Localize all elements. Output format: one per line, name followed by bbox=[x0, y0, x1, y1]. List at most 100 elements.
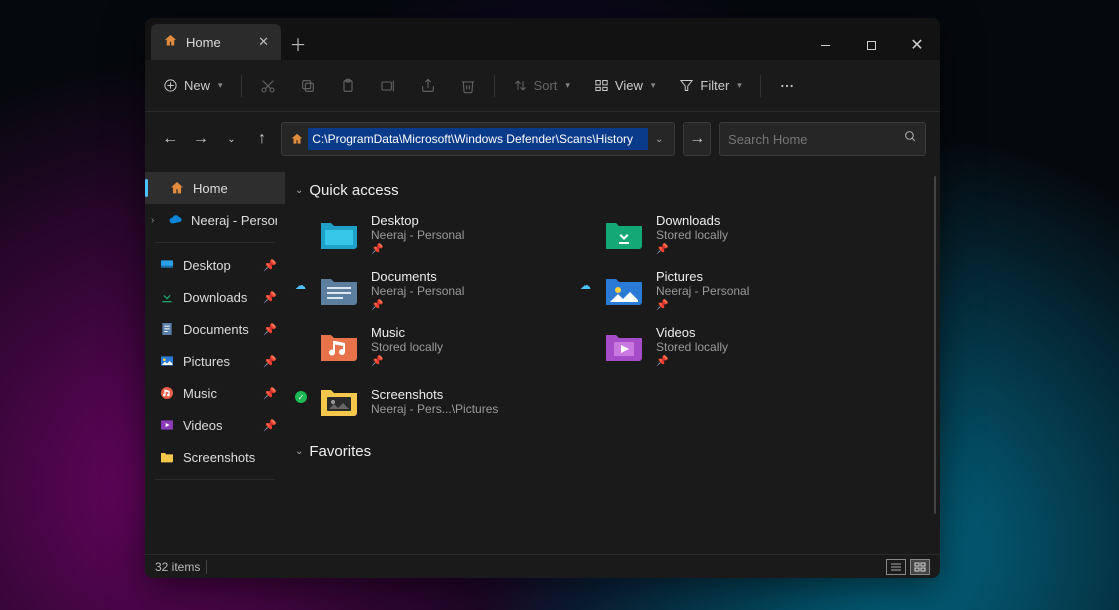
address-input[interactable] bbox=[308, 128, 648, 150]
cloud-icon bbox=[169, 212, 183, 228]
status-bar: 32 items bbox=[145, 554, 940, 578]
content-pane: ⌄ Quick access DesktopNeeraj - Personal📌… bbox=[285, 166, 940, 554]
search-icon bbox=[904, 130, 917, 148]
search-input[interactable] bbox=[728, 132, 904, 147]
desktop-icon bbox=[159, 257, 175, 273]
sidebar-item-screenshots[interactable]: Screenshots bbox=[145, 441, 285, 473]
delete-button[interactable] bbox=[450, 69, 486, 103]
go-button[interactable]: → bbox=[683, 122, 711, 156]
maximize-button[interactable] bbox=[848, 30, 894, 60]
new-button[interactable]: New▾ bbox=[153, 69, 233, 103]
chevron-down-icon: ▾ bbox=[651, 80, 656, 91]
synced-status-icon: ✓ bbox=[295, 391, 307, 403]
chevron-down-icon: ⌄ bbox=[295, 446, 303, 457]
cloud-status-icon: ☁ bbox=[580, 279, 591, 292]
cut-button[interactable] bbox=[250, 69, 286, 103]
home-icon bbox=[163, 33, 178, 51]
nav-row: ← → ⌄ ↑ ⌄ → bbox=[145, 112, 940, 166]
download-icon bbox=[159, 289, 175, 305]
item-count: 32 items bbox=[155, 560, 200, 574]
expand-icon[interactable]: › bbox=[151, 215, 154, 226]
view-button[interactable]: View▾ bbox=[584, 69, 665, 103]
documents-folder-icon bbox=[317, 270, 361, 310]
new-tab-button[interactable]: ＋ bbox=[281, 26, 315, 60]
address-bar[interactable]: ⌄ bbox=[281, 122, 675, 156]
pin-icon: 📌 bbox=[263, 323, 277, 336]
home-icon bbox=[169, 180, 185, 196]
sidebar-item-music[interactable]: Music 📌 bbox=[145, 377, 285, 409]
pin-icon: 📌 bbox=[371, 244, 464, 255]
tile-documents[interactable]: ☁ DocumentsNeeraj - Personal📌 bbox=[313, 265, 578, 315]
videos-folder-icon bbox=[602, 326, 646, 366]
sidebar-item-onedrive[interactable]: › Neeraj - Persona bbox=[145, 204, 285, 236]
chevron-down-icon: ▾ bbox=[565, 80, 570, 91]
pin-icon: 📌 bbox=[263, 387, 277, 400]
filter-button[interactable]: Filter▾ bbox=[669, 69, 751, 103]
more-button[interactable] bbox=[769, 69, 805, 103]
home-icon bbox=[286, 132, 308, 146]
rename-button[interactable] bbox=[370, 69, 406, 103]
file-explorer-window: Home ✕ ＋ ✕ New▾ Sort▾ View▾ bbox=[145, 18, 940, 578]
sort-button[interactable]: Sort▾ bbox=[503, 69, 580, 103]
screenshots-folder-icon bbox=[317, 381, 361, 421]
sidebar-item-documents[interactable]: Documents 📌 bbox=[145, 313, 285, 345]
desktop-folder-icon bbox=[317, 214, 361, 254]
tabs-bar: Home ✕ ＋ ✕ bbox=[145, 18, 940, 60]
sidebar-item-home[interactable]: Home bbox=[145, 172, 285, 204]
tab-title: Home bbox=[186, 35, 221, 50]
document-icon bbox=[159, 321, 175, 337]
search-box[interactable] bbox=[719, 122, 926, 156]
sidebar: Home › Neeraj - Persona Desktop 📌 Downlo… bbox=[145, 166, 285, 554]
pin-icon: 📌 bbox=[371, 356, 443, 367]
back-button[interactable]: ← bbox=[159, 125, 182, 153]
copy-button[interactable] bbox=[290, 69, 326, 103]
music-folder-icon bbox=[317, 326, 361, 366]
pin-icon: 📌 bbox=[656, 300, 749, 311]
tile-screenshots[interactable]: ✓ ScreenshotsNeeraj - Pers...\Pictures bbox=[313, 377, 578, 425]
quick-access-grid: DesktopNeeraj - Personal📌 DownloadsStore… bbox=[313, 209, 932, 371]
section-favorites[interactable]: ⌄ Favorites bbox=[295, 443, 932, 460]
paste-button[interactable] bbox=[330, 69, 366, 103]
pictures-folder-icon bbox=[602, 270, 646, 310]
sidebar-item-desktop[interactable]: Desktop 📌 bbox=[145, 249, 285, 281]
toolbar: New▾ Sort▾ View▾ Filter▾ bbox=[145, 60, 940, 112]
window-controls: ✕ bbox=[802, 30, 940, 60]
picture-icon bbox=[159, 353, 175, 369]
pin-icon: 📌 bbox=[263, 355, 277, 368]
pin-icon: 📌 bbox=[263, 419, 277, 432]
tile-music[interactable]: MusicStored locally📌 bbox=[313, 321, 578, 371]
up-button[interactable]: ↑ bbox=[251, 125, 274, 153]
details-view-button[interactable] bbox=[886, 559, 906, 575]
pin-icon: 📌 bbox=[656, 244, 728, 255]
body: Home › Neeraj - Persona Desktop 📌 Downlo… bbox=[145, 166, 940, 554]
folder-icon bbox=[159, 449, 175, 465]
minimize-button[interactable] bbox=[802, 30, 848, 60]
close-window-button[interactable]: ✕ bbox=[894, 30, 940, 60]
sidebar-item-videos[interactable]: Videos 📌 bbox=[145, 409, 285, 441]
scrollbar[interactable] bbox=[934, 176, 936, 514]
close-tab-icon[interactable]: ✕ bbox=[258, 34, 269, 50]
forward-button[interactable]: → bbox=[190, 125, 213, 153]
tile-pictures[interactable]: ☁ PicturesNeeraj - Personal📌 bbox=[598, 265, 863, 315]
tile-videos[interactable]: VideosStored locally📌 bbox=[598, 321, 863, 371]
quick-access-grid-2: ✓ ScreenshotsNeeraj - Pers...\Pictures bbox=[313, 377, 932, 425]
sidebar-item-downloads[interactable]: Downloads 📌 bbox=[145, 281, 285, 313]
view-mode-buttons bbox=[886, 559, 930, 575]
address-history-dropdown[interactable]: ⌄ bbox=[648, 134, 670, 145]
sidebar-item-pictures[interactable]: Pictures 📌 bbox=[145, 345, 285, 377]
share-button[interactable] bbox=[410, 69, 446, 103]
tiles-view-button[interactable] bbox=[910, 559, 930, 575]
pin-icon: 📌 bbox=[263, 291, 277, 304]
video-icon bbox=[159, 417, 175, 433]
cloud-status-icon: ☁ bbox=[295, 279, 306, 292]
pin-icon: 📌 bbox=[656, 356, 728, 367]
downloads-folder-icon bbox=[602, 214, 646, 254]
section-quick-access[interactable]: ⌄ Quick access bbox=[295, 182, 932, 199]
recent-dropdown[interactable]: ⌄ bbox=[220, 125, 243, 153]
pin-icon: 📌 bbox=[371, 300, 464, 311]
tile-downloads[interactable]: DownloadsStored locally📌 bbox=[598, 209, 863, 259]
chevron-down-icon: ▾ bbox=[737, 80, 742, 91]
tile-desktop[interactable]: DesktopNeeraj - Personal📌 bbox=[313, 209, 578, 259]
chevron-down-icon: ▾ bbox=[218, 80, 223, 91]
tab-home[interactable]: Home ✕ bbox=[151, 24, 281, 60]
